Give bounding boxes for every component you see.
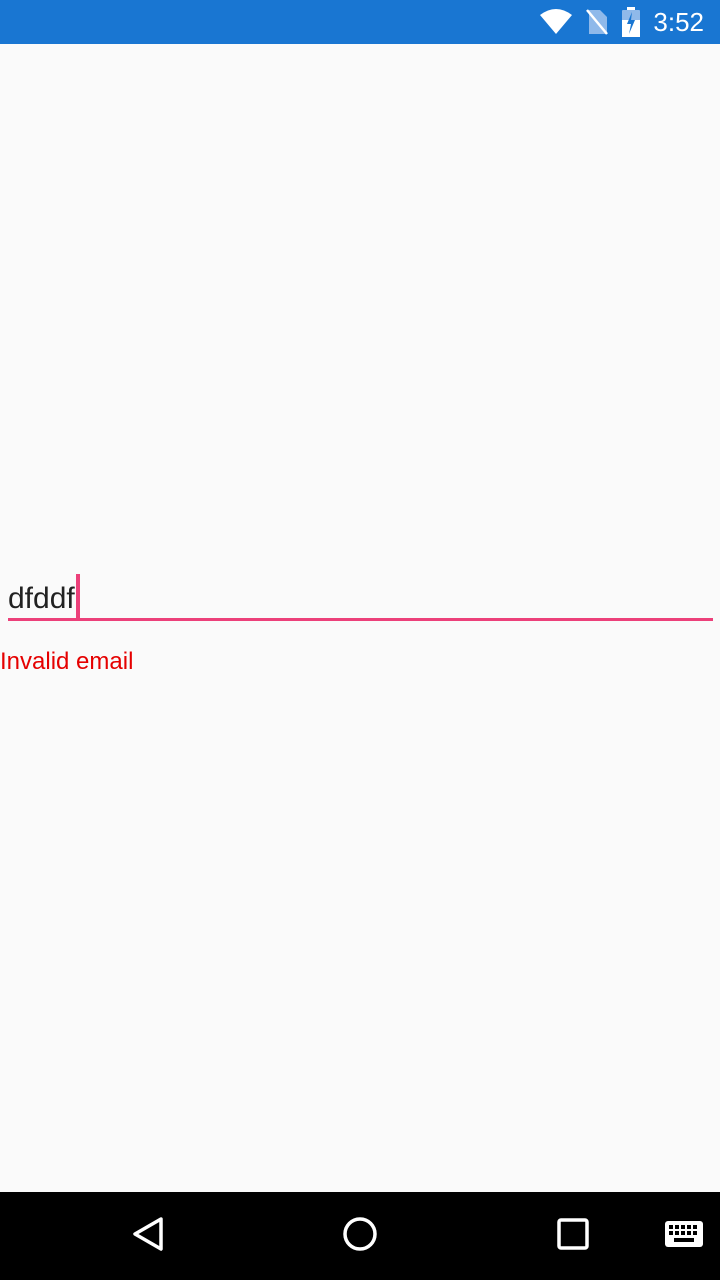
email-field-underline: [8, 618, 713, 621]
back-icon: [131, 1216, 165, 1256]
email-field[interactable]: dfddf: [8, 566, 713, 622]
keyboard-switch-button[interactable]: [656, 1192, 712, 1280]
navigation-bar: [0, 1192, 720, 1280]
text-cursor: [75, 574, 80, 618]
battery-charging-icon: [621, 7, 641, 37]
keyboard-icon: [665, 1221, 703, 1251]
no-sim-icon: [585, 8, 609, 36]
home-icon: [342, 1216, 378, 1256]
recents-button[interactable]: [533, 1192, 613, 1280]
recents-icon: [557, 1218, 589, 1254]
email-field-value[interactable]: dfddf: [8, 574, 80, 618]
email-error-message: Invalid email: [0, 648, 134, 675]
back-button[interactable]: [108, 1192, 188, 1280]
status-bar: 3:52: [0, 0, 720, 44]
wifi-icon: [539, 9, 573, 35]
main-content: dfddf Invalid email: [0, 44, 720, 1192]
clock: 3:52: [653, 6, 704, 37]
home-button[interactable]: [320, 1192, 400, 1280]
